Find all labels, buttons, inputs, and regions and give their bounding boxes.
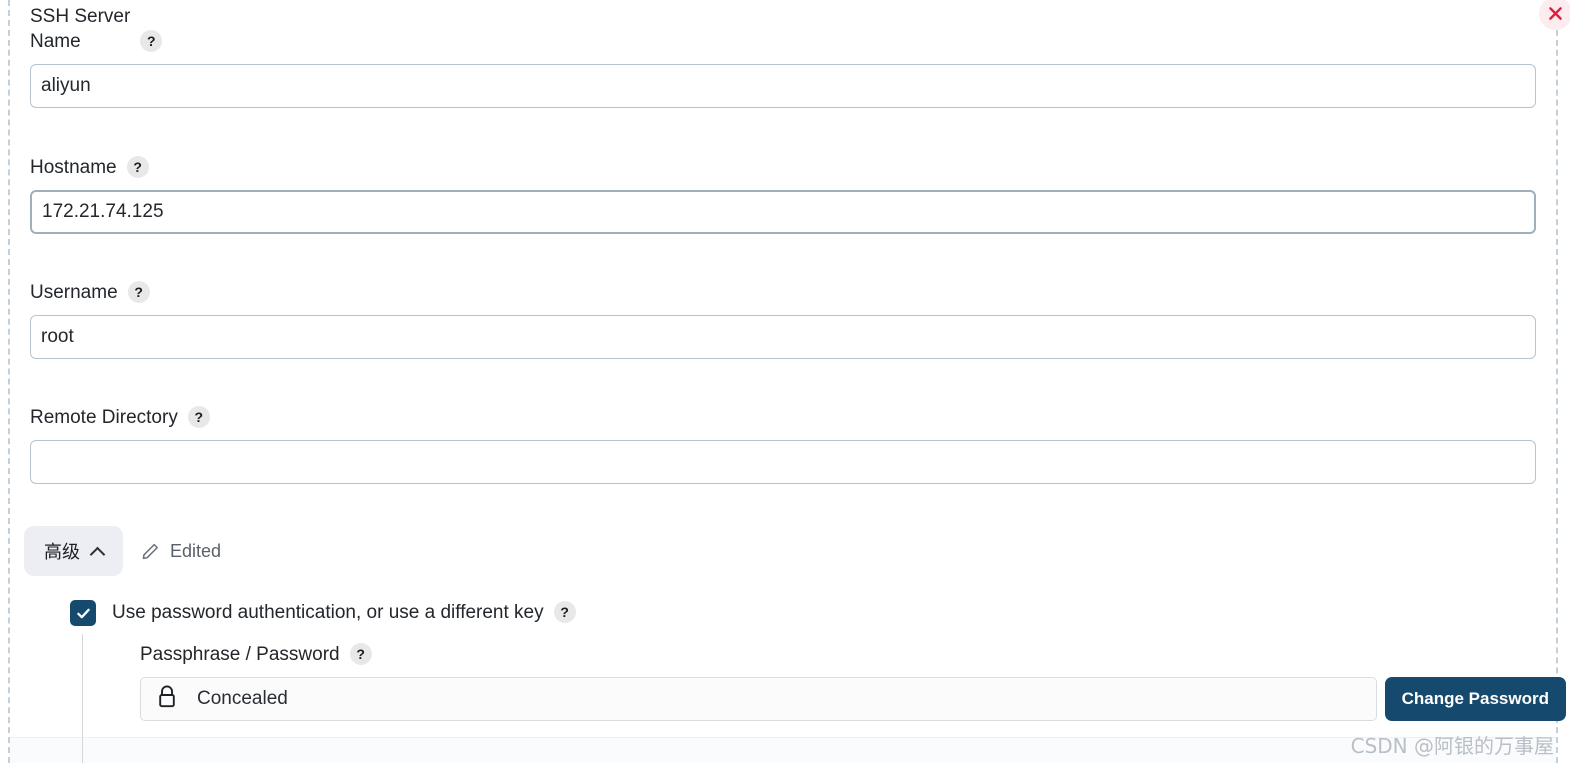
label-text: Hostname xyxy=(30,157,117,178)
check-icon xyxy=(75,605,92,622)
field-ssh-server-name: SSH Server Name ? xyxy=(30,4,1536,108)
passphrase-value: Concealed xyxy=(197,688,288,709)
chevron-up-icon xyxy=(89,546,106,562)
help-icon[interactable]: ? xyxy=(127,281,150,303)
ssh-server-name-input[interactable] xyxy=(30,64,1536,108)
dialog-footer-strip xyxy=(10,737,1556,763)
close-icon xyxy=(1548,6,1563,21)
watermark: CSDN @阿银的万事屋 xyxy=(1350,734,1554,758)
help-icon[interactable]: ? xyxy=(140,30,163,52)
help-icon[interactable]: ? xyxy=(187,406,210,428)
advanced-section-body: Use password authentication, or use a di… xyxy=(70,600,1566,763)
advanced-toggle-button[interactable]: 高级 xyxy=(24,526,123,576)
help-icon[interactable]: ? xyxy=(349,643,372,665)
password-auth-row: Use password authentication, or use a di… xyxy=(70,600,1536,626)
label-text: SSH Server Name xyxy=(30,6,131,52)
passphrase-group: Passphrase / Password ? Concealed Change… xyxy=(70,634,1566,763)
checkbox-label-text: Use password authentication, or use a di… xyxy=(112,602,544,623)
hostname-input[interactable] xyxy=(30,190,1536,234)
advanced-section-header: 高级 Edited xyxy=(24,526,221,576)
remote-directory-input[interactable] xyxy=(30,440,1536,484)
label-passphrase: Passphrase / Password ? xyxy=(140,642,1536,667)
panel-dashed-edge-right xyxy=(1556,0,1558,763)
edited-label: Edited xyxy=(170,540,222,561)
username-input[interactable] xyxy=(30,315,1536,359)
field-username: Username ? xyxy=(30,280,1536,359)
panel-dashed-edge-left xyxy=(8,0,10,763)
label-username: Username ? xyxy=(30,280,1536,305)
field-remote-directory: Remote Directory ? xyxy=(30,405,1536,484)
close-button[interactable] xyxy=(1539,0,1570,30)
use-password-auth-checkbox[interactable] xyxy=(70,600,96,626)
label-ssh-server-name: SSH Server Name ? xyxy=(30,4,1536,54)
label-text: Remote Directory xyxy=(30,407,178,428)
passphrase-row: Concealed Change Password xyxy=(140,677,1566,721)
label-remote-directory: Remote Directory ? xyxy=(30,405,1536,430)
pencil-icon xyxy=(141,542,160,561)
label-text: Username xyxy=(30,282,118,303)
help-icon[interactable]: ? xyxy=(553,601,576,623)
advanced-toggle-label: 高级 xyxy=(44,542,80,562)
ssh-server-settings-dialog: SSH Server Name ? Hostname ? Username ? … xyxy=(0,0,1570,763)
use-password-auth-label: Use password authentication, or use a di… xyxy=(112,601,576,625)
passphrase-input[interactable]: Concealed xyxy=(140,677,1377,721)
field-hostname: Hostname ? xyxy=(30,155,1536,234)
change-password-button[interactable]: Change Password xyxy=(1384,677,1566,721)
help-icon[interactable]: ? xyxy=(126,156,149,178)
label-hostname: Hostname ? xyxy=(30,155,1536,180)
label-text: Passphrase / Password xyxy=(140,644,340,665)
edited-indicator: Edited xyxy=(141,541,221,562)
lock-icon xyxy=(155,684,179,715)
